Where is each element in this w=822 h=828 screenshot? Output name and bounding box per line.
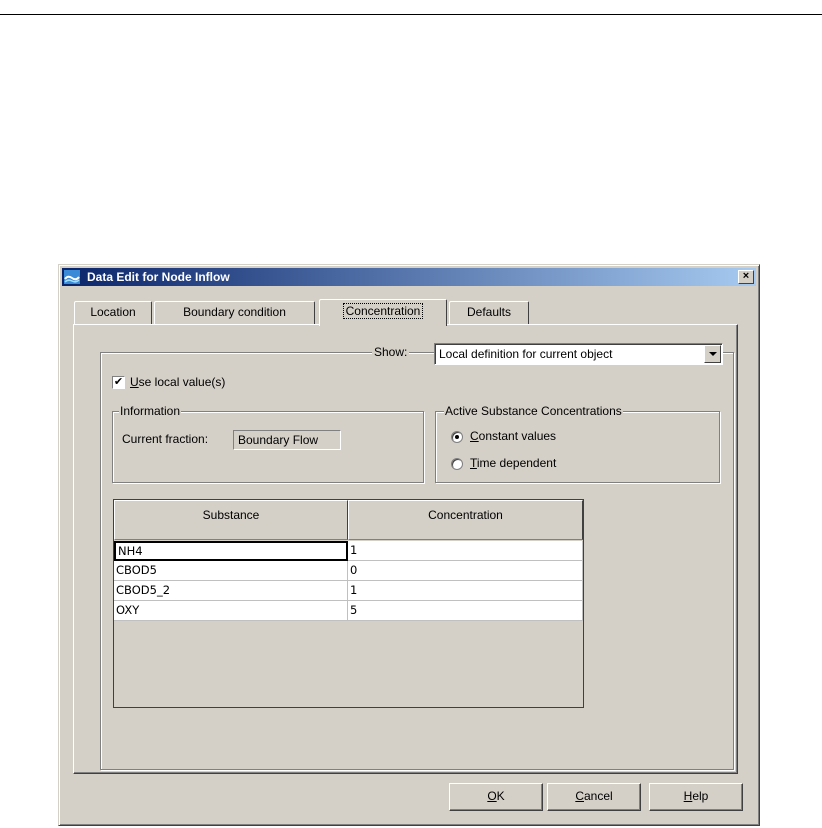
help-button[interactable]: Help	[649, 783, 743, 811]
substance-cell[interactable]: OXY	[114, 601, 348, 621]
concentration-cell[interactable]: 5	[348, 601, 583, 621]
show-dropdown[interactable]: Local definition for current object	[434, 343, 723, 365]
substance-cell[interactable]: CBOD5	[114, 561, 348, 581]
use-local-label[interactable]: Use local value(s)	[130, 375, 225, 389]
tab-location[interactable]: Location	[74, 301, 152, 324]
table-row: OXY 5	[114, 601, 583, 621]
radio-selected-dot	[455, 435, 459, 439]
concentration-cell[interactable]: 1	[348, 541, 583, 561]
dropdown-button[interactable]	[704, 345, 721, 363]
tab-boundary-condition[interactable]: Boundary condition	[154, 301, 315, 324]
table-row: CBOD5_2 1	[114, 581, 583, 601]
tab-boundary-condition-label: Boundary condition	[183, 305, 286, 319]
check-icon: ✔	[113, 376, 124, 388]
tab-concentration[interactable]: Concentration	[319, 299, 447, 326]
close-icon: ×	[742, 270, 750, 282]
concentration-cell[interactable]: 0	[348, 561, 583, 581]
chevron-down-icon	[709, 352, 717, 356]
concentration-cell[interactable]: 1	[348, 581, 583, 601]
information-title: Information	[119, 404, 182, 418]
active-substance-title: Active Substance Concentrations	[444, 404, 623, 418]
column-header-substance[interactable]: Substance	[114, 500, 348, 540]
concentration-grid: Substance Concentration NH4 1 CBOD5 0 CB…	[113, 499, 584, 708]
tab-concentration-label: Concentration	[342, 303, 424, 319]
tab-defaults-label: Defaults	[466, 305, 512, 319]
current-fraction-field: Boundary Flow	[233, 430, 341, 450]
show-dropdown-value: Local definition for current object	[439, 347, 613, 361]
cancel-button[interactable]: Cancel	[547, 783, 641, 811]
app-icon	[64, 270, 80, 284]
column-header-concentration[interactable]: Concentration	[348, 500, 583, 540]
substance-cell[interactable]: CBOD5_2	[114, 581, 348, 601]
time-dependent-label[interactable]: Time dependent	[470, 456, 556, 470]
top-rule	[0, 14, 822, 15]
title-bar[interactable]: Data Edit for Node Inflow ×	[62, 268, 756, 286]
constant-values-label[interactable]: Constant values	[470, 429, 556, 443]
show-label: Show:	[372, 345, 410, 359]
time-dependent-radio[interactable]	[451, 458, 463, 470]
table-row: NH4 1	[114, 541, 583, 561]
use-local-checkbox[interactable]: ✔	[112, 376, 125, 389]
table-row: CBOD5 0	[114, 561, 583, 581]
substance-cell[interactable]: NH4	[114, 541, 348, 561]
ok-button[interactable]: OK	[449, 783, 543, 811]
data-edit-dialog: Data Edit for Node Inflow × Location Bou…	[58, 264, 760, 826]
constant-values-radio[interactable]	[451, 431, 463, 443]
tab-location-label: Location	[90, 305, 136, 319]
active-substance-group: Active Substance Concentrations	[435, 404, 720, 483]
current-fraction-label: Current fraction:	[122, 432, 209, 446]
tab-defaults[interactable]: Defaults	[449, 301, 529, 324]
dialog-title: Data Edit for Node Inflow	[87, 270, 230, 284]
close-button[interactable]: ×	[738, 270, 754, 284]
